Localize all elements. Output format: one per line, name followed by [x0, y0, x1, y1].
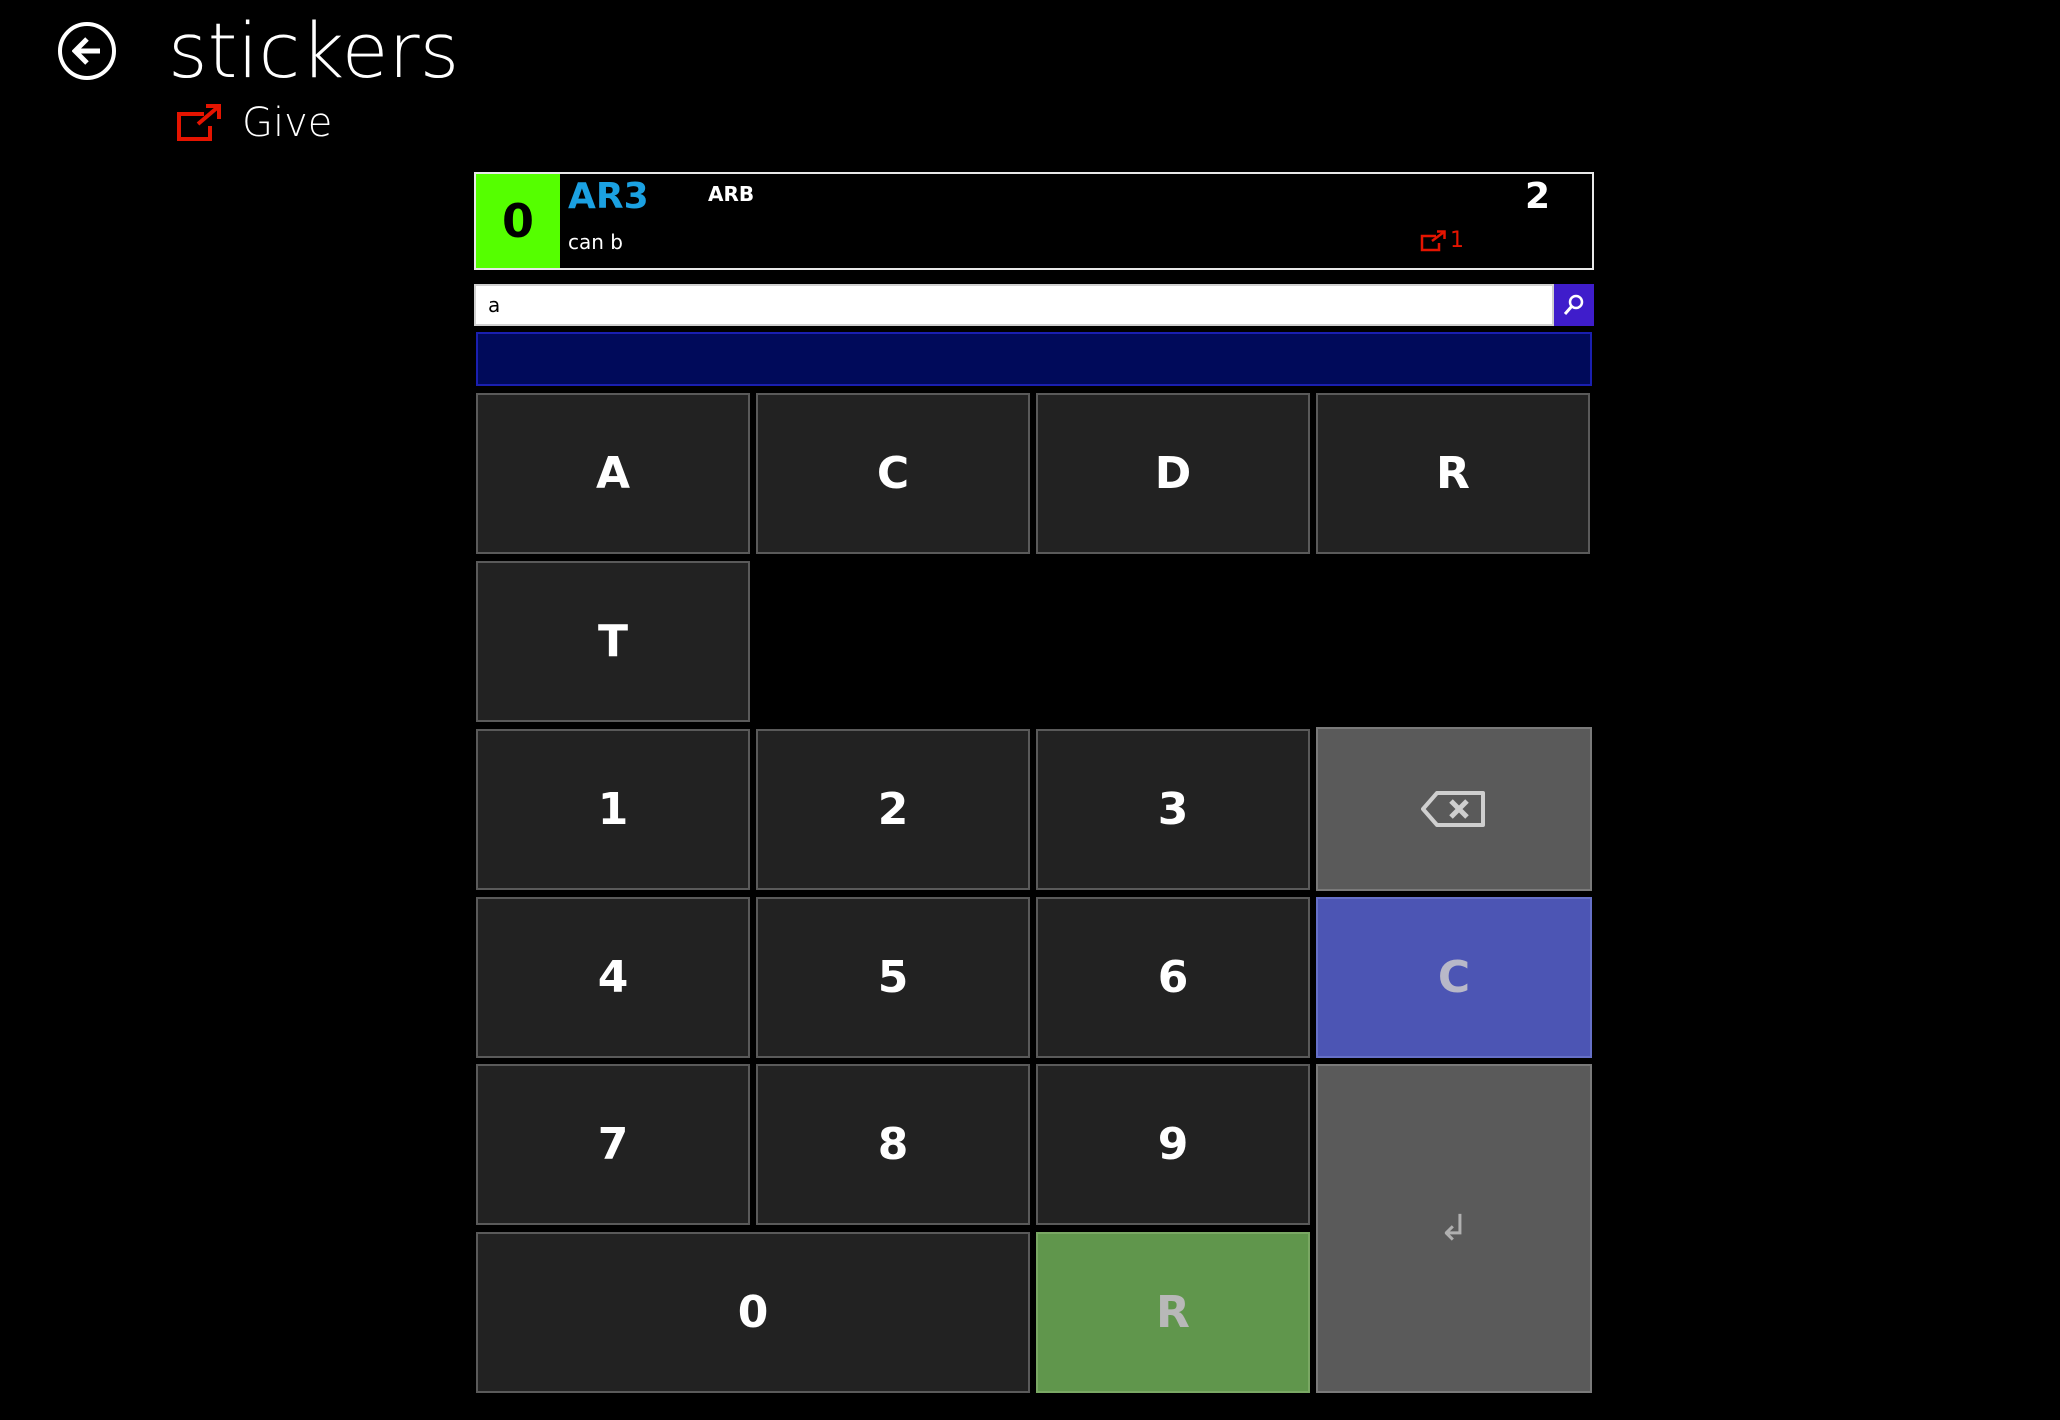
- key-letter-c[interactable]: C: [756, 393, 1030, 554]
- key-digit-2[interactable]: 2: [756, 729, 1030, 890]
- key-letter-a[interactable]: A: [476, 393, 750, 554]
- key-letter-r[interactable]: R: [1316, 393, 1590, 554]
- enter-key[interactable]: ↲: [1316, 1064, 1592, 1393]
- search-input[interactable]: [474, 284, 1554, 326]
- give-label: Give: [242, 100, 333, 146]
- quantity-badge: 0: [476, 174, 560, 268]
- key-digit-4[interactable]: 4: [476, 897, 750, 1058]
- item-card[interactable]: 0 AR3 ARB can b 2 1: [474, 172, 1594, 270]
- app-page: stickers Give 0 AR3 ARB can b 2 1 a A C …: [0, 0, 2060, 1420]
- search-button[interactable]: [1554, 284, 1594, 326]
- key-digit-7[interactable]: 7: [476, 1064, 750, 1225]
- key-digit-6[interactable]: 6: [1036, 897, 1310, 1058]
- reset-key[interactable]: R: [1036, 1232, 1310, 1393]
- key-letter-t[interactable]: T: [476, 561, 750, 722]
- key-letter-d[interactable]: D: [1036, 393, 1310, 554]
- key-digit-3[interactable]: 3: [1036, 729, 1310, 890]
- search-bar: [474, 284, 1594, 326]
- give-subheader: Give: [176, 100, 332, 146]
- page-title: stickers: [168, 6, 460, 95]
- key-digit-9[interactable]: 9: [1036, 1064, 1310, 1225]
- item-count: 2: [1524, 176, 1550, 217]
- item-description: can b: [568, 230, 623, 254]
- backspace-icon: [1421, 791, 1485, 827]
- key-digit-5[interactable]: 5: [756, 897, 1030, 1058]
- search-icon: [1563, 294, 1584, 315]
- result-bar: [476, 332, 1592, 386]
- give-icon: [1420, 229, 1446, 251]
- back-button[interactable]: [58, 22, 116, 80]
- item-given: 1: [1420, 228, 1464, 253]
- given-count: 1: [1450, 228, 1464, 253]
- backspace-key[interactable]: [1316, 727, 1592, 891]
- item-code: AR3: [568, 176, 649, 217]
- key-digit-1[interactable]: 1: [476, 729, 750, 890]
- item-category: ARB: [708, 182, 755, 206]
- key-digit-8[interactable]: 8: [756, 1064, 1030, 1225]
- give-icon: [177, 104, 221, 141]
- arrow-left-icon: [72, 37, 100, 65]
- clear-key[interactable]: C: [1316, 897, 1592, 1058]
- key-digit-0[interactable]: 0: [476, 1232, 1030, 1393]
